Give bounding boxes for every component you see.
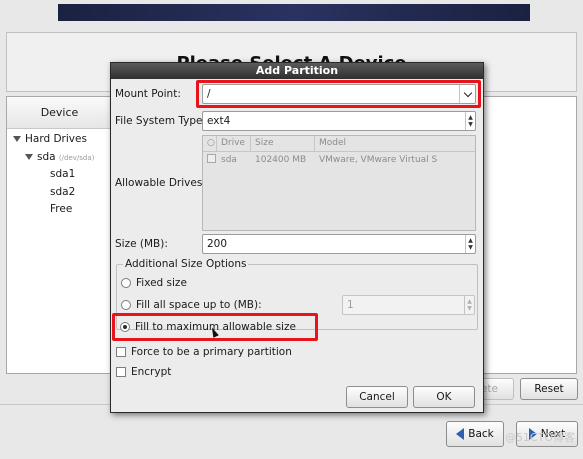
expand-triangle-icon[interactable] [25, 154, 33, 160]
model-column-header: Model [319, 138, 347, 148]
ok-button[interactable]: OK [413, 386, 475, 408]
force-primary-checkbox[interactable] [116, 347, 126, 357]
fill-up-to-spinbox[interactable]: 1 ▲ ▼ [342, 295, 475, 315]
combo-arrows-icon[interactable]: ▲ ▼ [465, 112, 475, 130]
tree-item-sda[interactable]: sda (/dev/sda) [25, 151, 94, 163]
force-primary-option[interactable]: Force to be a primary partition [116, 346, 292, 358]
drive-column-header: Drive [217, 136, 251, 151]
back-arrow-icon [456, 428, 465, 440]
reset-button[interactable]: Reset [520, 378, 578, 400]
spin-arrows-icon[interactable]: ▲ ▼ [465, 235, 475, 253]
radio-column-icon: ○ [203, 136, 217, 151]
size-cell: 102400 MB [255, 155, 307, 165]
file-system-type-label: File System Type: [115, 115, 207, 127]
tree-item-hard-drives[interactable]: Hard Drives [13, 133, 87, 145]
top-banner [58, 4, 530, 21]
add-partition-dialog: Add Partition Mount Point: / File System… [110, 62, 484, 413]
fill-up-to-value: 1 [347, 299, 354, 311]
size-spinbox[interactable]: 200 ▲ ▼ [202, 234, 476, 254]
back-button[interactable]: Back [446, 421, 504, 447]
tree-item-free[interactable]: Free [50, 203, 72, 215]
size-value: 200 [207, 238, 228, 250]
allowable-drives-label: Allowable Drives: [115, 177, 206, 189]
fill-up-to-radio[interactable] [121, 300, 131, 310]
encrypt-checkbox[interactable] [116, 367, 126, 377]
fixed-size-option[interactable]: Fixed size [121, 277, 187, 289]
additional-size-options-legend: Additional Size Options [123, 258, 249, 270]
size-column-header: Size [251, 136, 315, 151]
device-column-header[interactable]: Device [7, 97, 113, 129]
dialog-title: Add Partition [111, 63, 483, 79]
fill-up-to-option[interactable]: Fill all space up to (MB): [121, 299, 262, 311]
model-cell: VMware, VMware Virtual S [319, 155, 438, 165]
cancel-button[interactable]: Cancel [346, 386, 408, 408]
disk-path: (/dev/sda) [58, 154, 95, 162]
drive-checkbox[interactable] [207, 154, 216, 163]
drive-cell: sda [221, 155, 237, 165]
encrypt-option[interactable]: Encrypt [116, 366, 171, 378]
size-label: Size (MB): [115, 238, 168, 250]
mount-point-label: Mount Point: [115, 88, 181, 100]
drives-table-header: ○ Drive Size Model [203, 136, 475, 152]
table-row[interactable]: sda 102400 MB VMware, VMware Virtual S [203, 152, 475, 168]
watermark: @51CTO博客 [504, 431, 575, 444]
allowable-drives-table: ○ Drive Size Model sda 102400 MB VMware,… [202, 135, 476, 231]
file-system-type-value: ext4 [207, 115, 231, 127]
tree-item-sda1[interactable]: sda1 [50, 168, 75, 180]
tree-item-sda2[interactable]: sda2 [50, 186, 75, 198]
fixed-size-radio[interactable] [121, 278, 131, 288]
expand-triangle-icon[interactable] [13, 136, 21, 142]
mount-point-highlight [196, 80, 481, 108]
spin-arrows-icon[interactable]: ▲ ▼ [464, 296, 474, 314]
file-system-type-combo[interactable]: ext4 ▲ ▼ [202, 111, 476, 131]
